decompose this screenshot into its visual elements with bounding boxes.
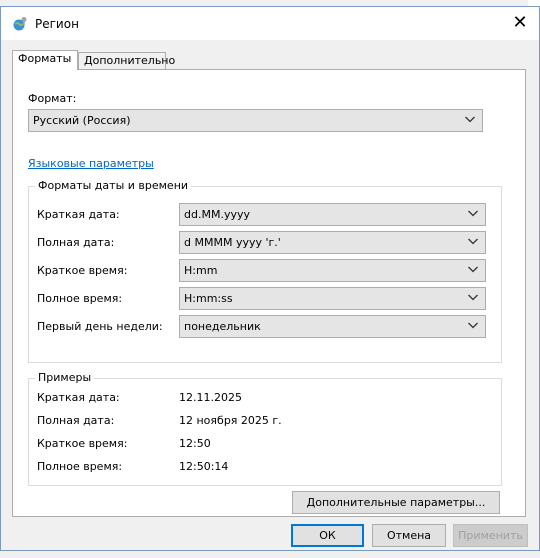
long-date-label: Полная дата:	[37, 236, 115, 249]
first-day-dropdown[interactable]: понедельник	[179, 315, 486, 338]
long-time-value: H:mm:ss	[184, 292, 233, 305]
tab-formats[interactable]: Форматы	[12, 50, 78, 70]
dialog-title: Регион	[35, 17, 79, 31]
datetime-group-title: Форматы даты и времени	[35, 179, 192, 192]
short-time-value: H:mm	[184, 264, 218, 277]
format-dropdown[interactable]: Русский (Россия)	[28, 109, 483, 132]
chevron-down-icon	[467, 319, 479, 331]
short-time-label: Краткое время:	[37, 264, 128, 277]
long-time-dropdown[interactable]: H:mm:ss	[179, 287, 486, 310]
example-long-date-label: Полная дата:	[37, 414, 115, 427]
first-day-label: Первый день недели:	[37, 320, 163, 333]
additional-settings-button[interactable]: Дополнительные параметры...	[292, 491, 500, 514]
example-long-time-label: Полное время:	[37, 460, 123, 473]
examples-group: Примеры Краткая дата: 12.11.2025 Полная …	[28, 371, 502, 486]
language-settings-link[interactable]: Языковые параметры	[28, 157, 154, 170]
datetime-formats-group: Форматы даты и времени Краткая дата: dd.…	[28, 179, 502, 363]
apply-button[interactable]: Применить	[453, 524, 528, 547]
example-short-time-value: 12:50	[179, 437, 211, 450]
example-short-date-label: Краткая дата:	[37, 391, 120, 404]
tab-additional[interactable]: Дополнительно	[78, 52, 175, 69]
region-dialog: Регион ✕ Форматы Дополнительно Формат: Р…	[0, 6, 540, 551]
close-button[interactable]: ✕	[507, 10, 533, 36]
region-globe-icon	[12, 16, 28, 32]
title-bar[interactable]: Регион ✕	[1, 7, 539, 40]
format-label: Формат:	[28, 92, 77, 105]
short-time-dropdown[interactable]: H:mm	[179, 259, 486, 282]
chevron-down-icon	[467, 235, 479, 247]
example-long-time-value: 12:50:14	[179, 460, 229, 473]
short-date-value: dd.MM.yyyy	[184, 208, 250, 221]
chevron-down-icon	[467, 263, 479, 275]
cancel-button[interactable]: Отмена	[372, 524, 446, 547]
chevron-down-icon	[467, 291, 479, 303]
ok-button[interactable]: ОК	[291, 524, 364, 547]
long-date-dropdown[interactable]: d MMMM yyyy 'г.'	[179, 231, 486, 254]
example-short-date-value: 12.11.2025	[179, 391, 242, 404]
example-short-time-label: Краткое время:	[37, 437, 128, 450]
long-time-label: Полное время:	[37, 292, 123, 305]
short-date-dropdown[interactable]: dd.MM.yyyy	[179, 203, 486, 226]
short-date-label: Краткая дата:	[37, 208, 120, 221]
first-day-value: понедельник	[184, 320, 261, 333]
long-date-value: d MMMM yyyy 'г.'	[184, 236, 281, 249]
format-value: Русский (Россия)	[33, 114, 131, 127]
example-long-date-value: 12 ноября 2025 г.	[179, 414, 282, 427]
examples-group-title: Примеры	[35, 371, 95, 384]
chevron-down-icon	[467, 207, 479, 219]
chevron-down-icon	[464, 113, 476, 125]
formats-panel: Формат: Русский (Россия) Языковые параме…	[12, 69, 526, 517]
